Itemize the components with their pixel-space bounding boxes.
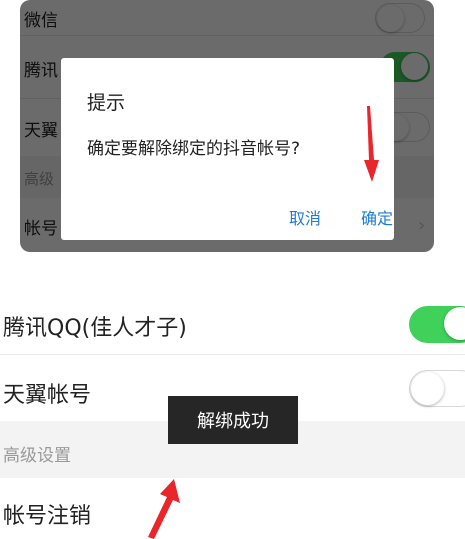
toggle-knob [444, 307, 465, 340]
top-screenshot-panel: 微信 腾讯 天翼 高级 帐号 › 提示 确定要解除绑定的抖音帐号? 取消 确定 [20, 0, 434, 252]
dialog-message: 确定要解除绑定的抖音帐号? [87, 139, 301, 159]
tencent-qq-toggle[interactable] [409, 306, 465, 343]
settings-row-label: 帐号注销 [3, 504, 92, 529]
settings-row-label: 腾讯QQ(佳人才子) [3, 316, 187, 341]
toast-message: 解绑成功 [168, 396, 298, 444]
red-arrow-icon [148, 479, 180, 539]
settings-row-label: 天翼帐号 [3, 383, 92, 408]
dialog-title: 提示 [87, 92, 126, 114]
settings-row-account-cancel[interactable]: 帐号注销 [0, 478, 465, 537]
toggle-knob [411, 372, 444, 405]
red-arrow-icon [364, 106, 379, 182]
confirm-button[interactable]: 确定 [361, 205, 393, 229]
confirm-dialog: 提示 确定要解除绑定的抖音帐号? 取消 确定 [61, 58, 394, 240]
cancel-button[interactable]: 取消 [289, 205, 321, 229]
tianyi-account-toggle[interactable] [409, 370, 465, 407]
settings-row-tencent-qq[interactable]: 腾讯QQ(佳人才子) [0, 296, 465, 354]
section-header-label: 高级设置 [3, 446, 71, 466]
